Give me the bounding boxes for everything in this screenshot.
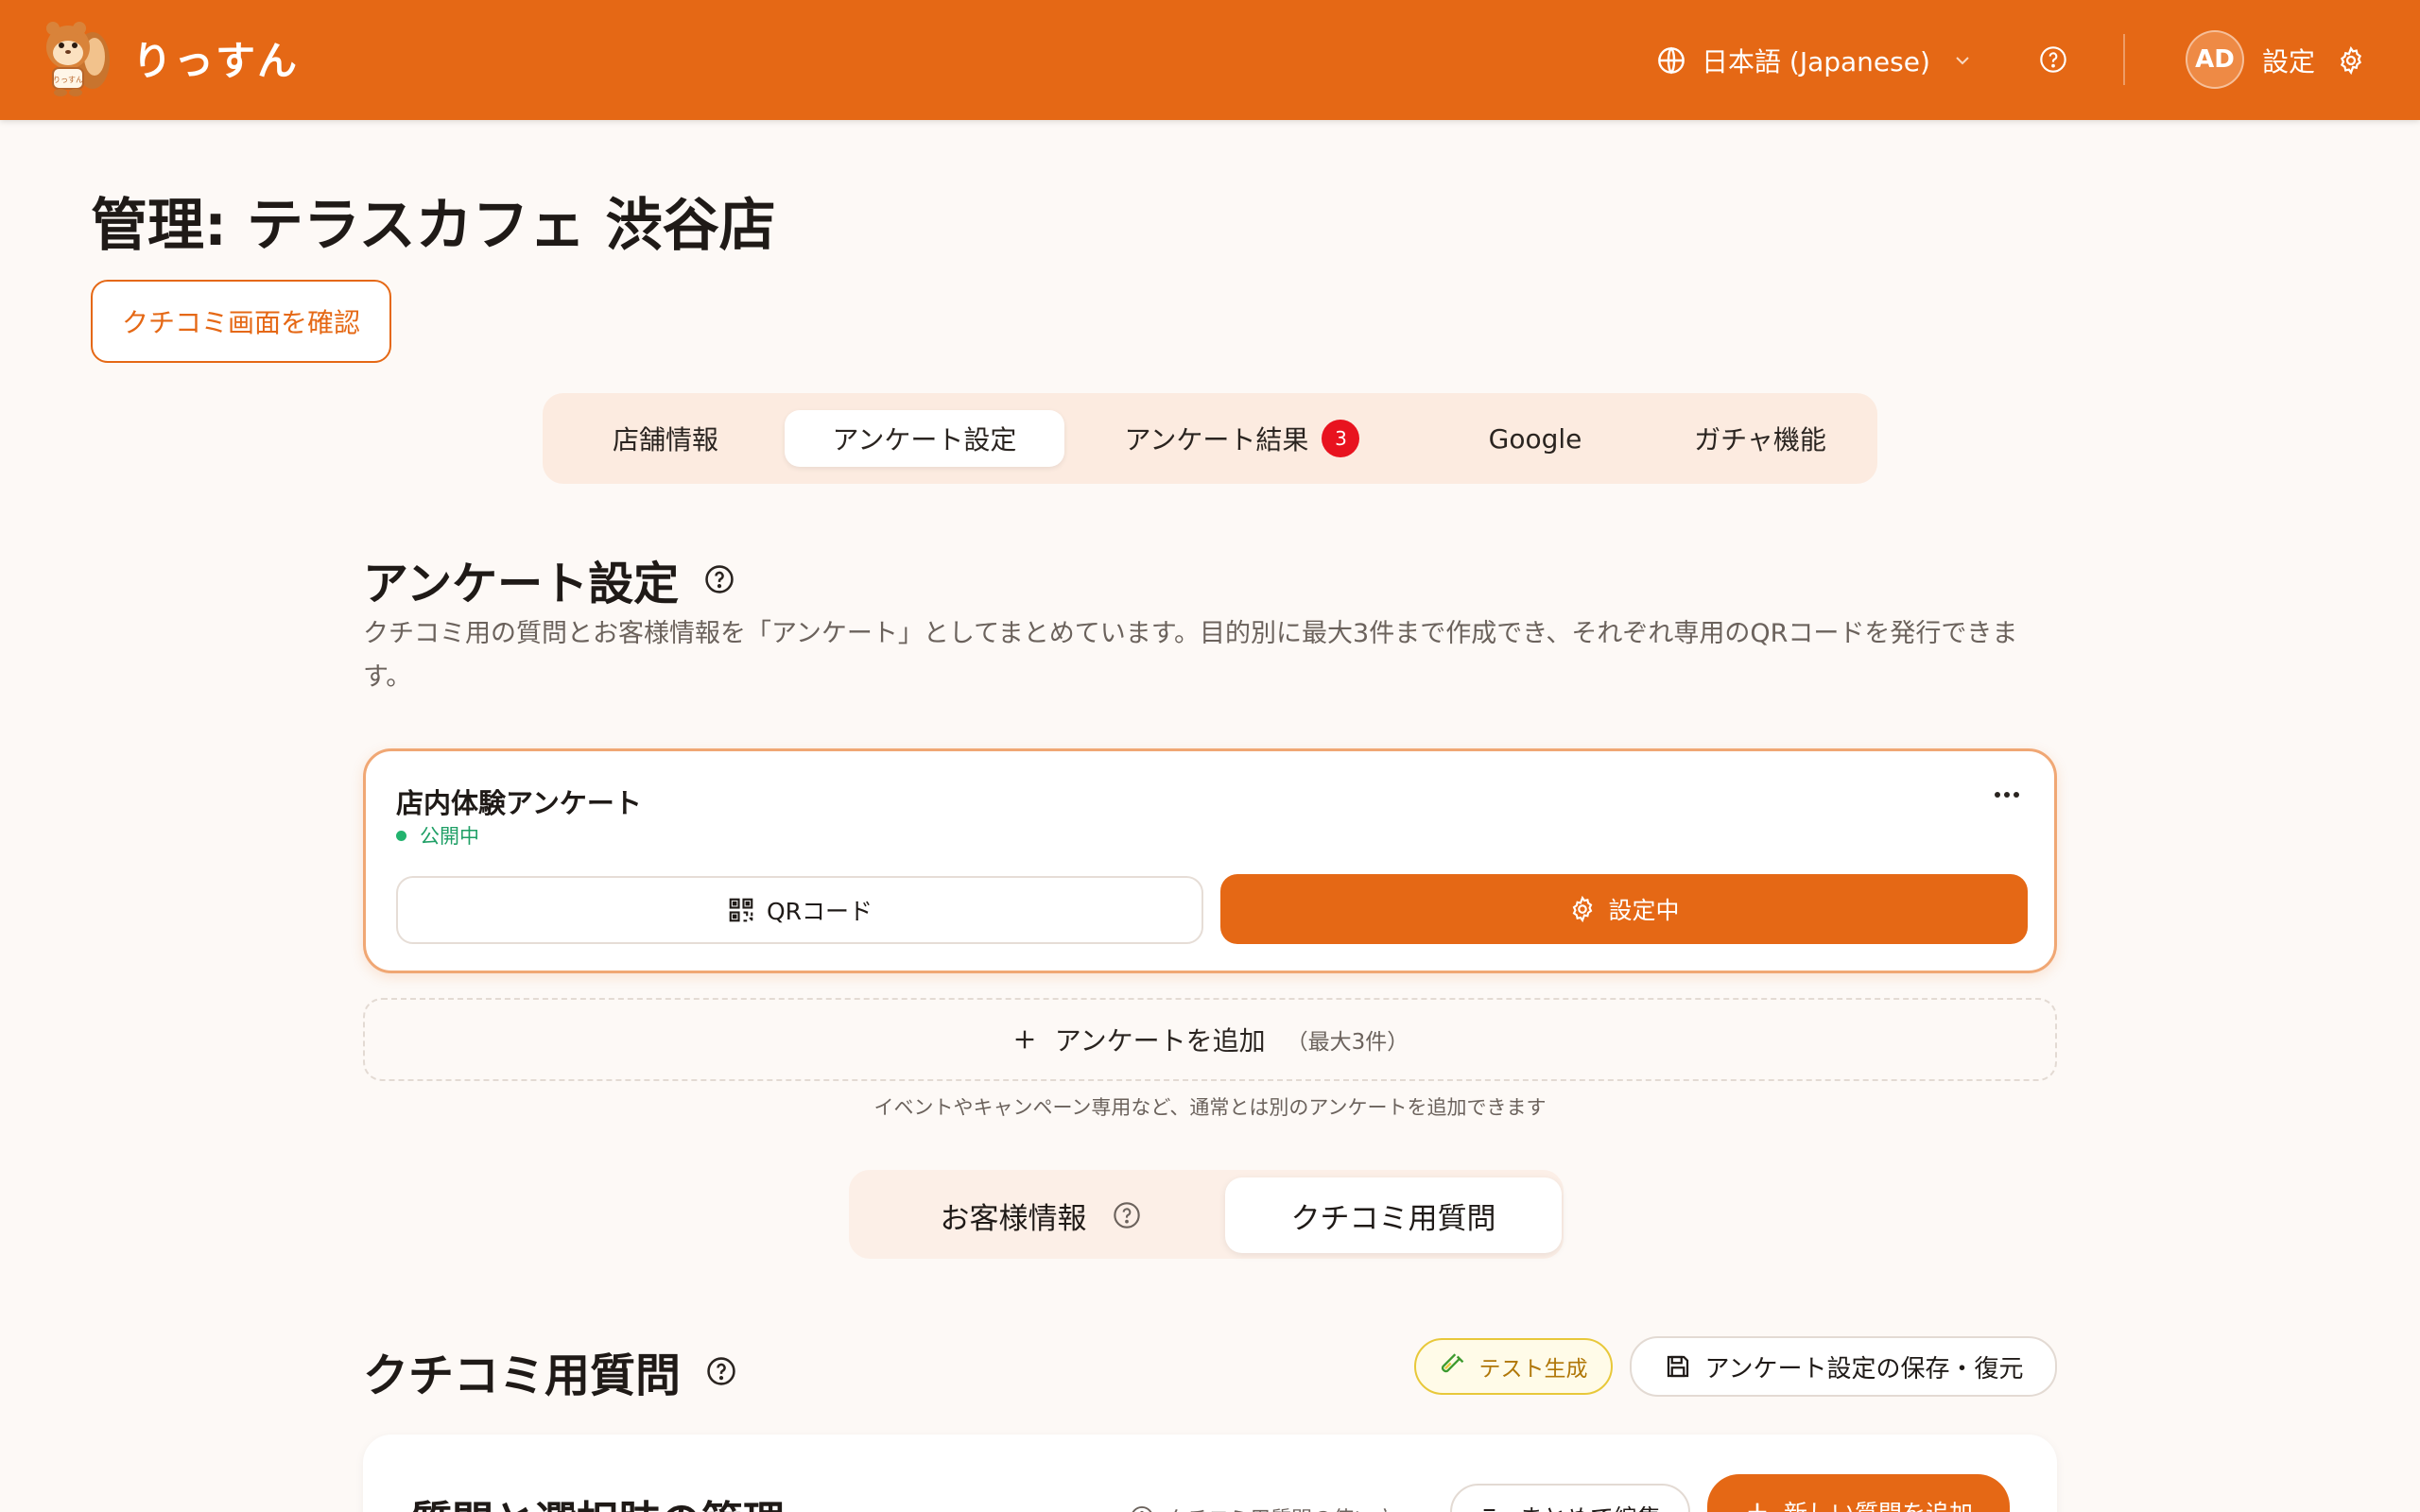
- tab-survey-settings[interactable]: アンケート設定: [785, 410, 1064, 467]
- usage-help-label: クチコミ用質問の使い方: [1167, 1503, 1395, 1512]
- main-tabs: 店舗情報 アンケート設定 アンケート結果 3 Google ガチャ機能: [543, 393, 1877, 484]
- tab-label: 店舗情報: [612, 424, 718, 455]
- chevron-down-icon: [1956, 57, 1969, 65]
- sub-tabs: お客様情報 クチコミ用質問: [849, 1170, 1564, 1259]
- status-dot: [396, 830, 406, 841]
- configuring-label: 設定中: [1608, 897, 1680, 924]
- more-options-icon[interactable]: [1990, 785, 2024, 804]
- list-edit-icon: [1483, 1508, 1495, 1512]
- logo[interactable]: りっすん りっすん: [36, 17, 299, 98]
- tab-label: アンケート設定: [832, 424, 1017, 455]
- help-icon[interactable]: [2038, 44, 2068, 75]
- add-question-button[interactable]: 新しい質問を追加: [1707, 1474, 2010, 1512]
- survey-settings-title: アンケート設定: [363, 546, 735, 612]
- save-icon: [1667, 1355, 1688, 1378]
- add-question-label: 新しい質問を追加: [1784, 1495, 1973, 1512]
- plus-icon: [1748, 1503, 1767, 1512]
- management-title: 質問と選択肢の管理: [410, 1487, 785, 1512]
- survey-description: クチコミ用の質問とお客様情報を「アンケート」としてまとめています。目的別に最大3…: [363, 619, 2018, 692]
- help-icon: [1113, 1202, 1140, 1228]
- subtab-review-questions[interactable]: クチコミ用質問: [1225, 1177, 1562, 1253]
- language-label: 日本語 (Japanese): [1702, 46, 1930, 77]
- add-survey-label: アンケートを追加: [1054, 1025, 1266, 1057]
- info-icon: [1132, 1505, 1152, 1512]
- save-restore-button[interactable]: アンケート設定の保存・復元: [1630, 1336, 2057, 1397]
- gear-icon: [2340, 45, 2362, 76]
- add-survey-hint: イベントやキャンペーン専用など、通常とは別のアンケートを追加できます: [873, 1096, 1547, 1119]
- svg-text:りっすん: りっすん: [53, 76, 83, 84]
- question-management-card: 質問と選択肢の管理 クチコミ用質問の使い方 まとめて編集 新しい質問を追加: [363, 1435, 2057, 1512]
- avatar[interactable]: AD: [2186, 30, 2244, 89]
- configuring-button[interactable]: 設定中: [1220, 874, 2028, 944]
- test-generate-button[interactable]: テスト生成: [1414, 1338, 1613, 1395]
- notification-badge: 3: [1322, 420, 1360, 457]
- squirrel-mascot-icon: りっすん: [46, 22, 110, 96]
- status-text: 公開中: [420, 825, 479, 848]
- tab-survey-results[interactable]: アンケート結果 3: [1100, 410, 1384, 467]
- qr-code-icon: [729, 898, 753, 922]
- review-screen-button[interactable]: クチコミ画面を確認: [91, 280, 391, 363]
- help-icon[interactable]: [705, 1355, 737, 1387]
- survey-card: 店内体験アンケート 公開中 QRコード 設定中: [363, 748, 2057, 973]
- tab-google[interactable]: Google: [1450, 410, 1620, 467]
- subtab-customer-info[interactable]: お客様情報: [868, 1177, 1214, 1253]
- language-selector[interactable]: 日本語 (Japanese): [1656, 42, 1974, 79]
- survey-name: 店内体験アンケート: [396, 787, 642, 819]
- test-generate-label: テスト生成: [1478, 1357, 1588, 1382]
- section-title-text: アンケート設定: [363, 558, 680, 610]
- bulk-edit-button[interactable]: まとめて編集: [1450, 1484, 1690, 1512]
- help-icon[interactable]: [703, 563, 735, 595]
- tab-label: アンケート結果: [1124, 424, 1309, 455]
- page-title: 管理: テラスカフェ 渋谷店: [91, 193, 776, 259]
- header-divider: [2123, 34, 2125, 85]
- tab-store-info[interactable]: 店舗情報: [580, 410, 751, 467]
- logo-text: りっすん: [132, 37, 300, 84]
- review-questions-title: クチコミ用質問: [363, 1338, 737, 1404]
- globe-icon: [1658, 46, 1685, 75]
- section-title-text: クチコミ用質問: [363, 1349, 682, 1402]
- tab-gacha[interactable]: ガチャ機能: [1666, 410, 1855, 467]
- settings-label: 設定: [2262, 46, 2316, 77]
- save-restore-label: アンケート設定の保存・復元: [1704, 1354, 2024, 1383]
- usage-help-link[interactable]: クチコミ用質問の使い方: [1129, 1503, 1395, 1512]
- test-tube-icon: [1441, 1353, 1463, 1373]
- bulk-edit-label: まとめて編集: [1519, 1500, 1661, 1512]
- qr-label: QRコード: [766, 898, 873, 925]
- gear-icon: [1573, 895, 1593, 923]
- app-header: りっすん りっすん 日本語 (Japanese) AD 設定: [0, 0, 2420, 120]
- tab-label: ガチャ機能: [1694, 424, 1826, 455]
- qr-code-button[interactable]: QRコード: [396, 876, 1203, 944]
- subtab-label: お客様情報: [940, 1201, 1087, 1236]
- status-badge: 公開中: [396, 821, 479, 850]
- settings-button[interactable]: 設定: [2262, 42, 2366, 79]
- add-survey-limit: （最大3件）: [1286, 1030, 1409, 1055]
- add-survey-button[interactable]: アンケートを追加 （最大3件）: [363, 998, 2057, 1081]
- plus-icon: [1015, 1030, 1034, 1049]
- subtab-label: クチコミ用質問: [1290, 1201, 1496, 1236]
- tab-label: Google: [1488, 422, 1582, 455]
